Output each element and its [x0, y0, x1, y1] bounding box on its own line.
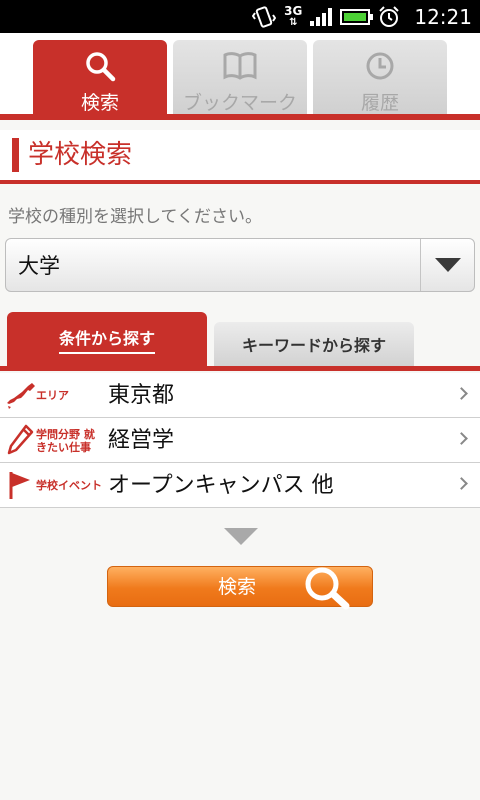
- condition-value: 東京都: [108, 383, 175, 408]
- battery-icon: [340, 8, 374, 25]
- clock-time: 12:21: [414, 4, 472, 29]
- clock-icon: [366, 52, 394, 80]
- chevron-down-icon: [434, 258, 461, 272]
- alarm-icon: [379, 5, 400, 27]
- network-type-indicator: 3G ⇅: [284, 3, 303, 28]
- condition-value: 経営学: [108, 428, 175, 453]
- condition-caption: エリア: [36, 389, 69, 402]
- condition-row-field[interactable]: 学問分野 就きたい仕事 経営学: [0, 418, 480, 463]
- page-header: 学校検索: [0, 130, 480, 182]
- network-type-label: 3G: [284, 3, 303, 18]
- tab-search-by-keyword[interactable]: キーワードから探す: [214, 322, 414, 366]
- tab-search[interactable]: 検索: [33, 40, 167, 118]
- school-type-value: 大学: [18, 254, 60, 278]
- search-button[interactable]: 検索: [107, 566, 373, 610]
- chevron-right-icon: [455, 432, 468, 445]
- condition-row-event[interactable]: 学校イベント オープンキャンパス 他: [0, 463, 480, 508]
- tab-bookmark[interactable]: ブックマーク: [173, 40, 307, 118]
- tab-search-by-conditions[interactable]: 条件から探す: [7, 312, 207, 366]
- signal-icon: [310, 7, 333, 26]
- japan-map-icon: [7, 383, 35, 409]
- book-icon: [223, 52, 257, 80]
- title-accent-bar: [12, 138, 19, 172]
- tab-history-label: 履歴: [360, 92, 399, 114]
- dropdown-button[interactable]: [420, 239, 474, 291]
- chevron-right-icon: [455, 477, 468, 490]
- vibrate-icon: [252, 5, 277, 28]
- condition-list: エリア 東京都 学問分野 就きたい仕事 経営学 学校イベント オープンキャンパス…: [0, 373, 480, 508]
- search-icon: [86, 52, 116, 82]
- top-tab-bar: 検索 ブックマーク 履歴: [0, 33, 480, 120]
- chevron-right-icon: [455, 387, 468, 400]
- condition-caption: 学問分野 就きたい仕事: [36, 427, 95, 454]
- tab-bookmark-label: ブックマーク: [182, 92, 297, 114]
- status-bar: 3G ⇅ 12:21: [0, 0, 480, 33]
- condition-caption: 学校イベント: [36, 479, 102, 492]
- page-title: 学校検索: [28, 140, 133, 170]
- search-icon: [305, 567, 350, 610]
- tab-search-by-keyword-label: キーワードから探す: [241, 336, 386, 355]
- school-type-select[interactable]: 大学: [5, 238, 475, 292]
- instruction-text: 学校の種別を選択してください。: [8, 207, 262, 227]
- arrow-down-icon: [224, 528, 258, 545]
- condition-row-area[interactable]: エリア 東京都: [0, 373, 480, 418]
- status-icons: 3G ⇅ 12:21: [252, 0, 472, 33]
- search-mode-tabs: 条件から探す キーワードから探す: [0, 312, 480, 370]
- pencil-icon: [7, 424, 34, 455]
- tab-history[interactable]: 履歴: [313, 40, 447, 118]
- title-underline: [0, 180, 480, 184]
- tab-search-by-conditions-label: 条件から探す: [58, 325, 155, 354]
- condition-value: オープンキャンパス 他: [108, 473, 334, 498]
- tab-search-label: 検索: [80, 92, 119, 114]
- flag-icon: [9, 472, 30, 499]
- subtabs-underline: [0, 366, 480, 371]
